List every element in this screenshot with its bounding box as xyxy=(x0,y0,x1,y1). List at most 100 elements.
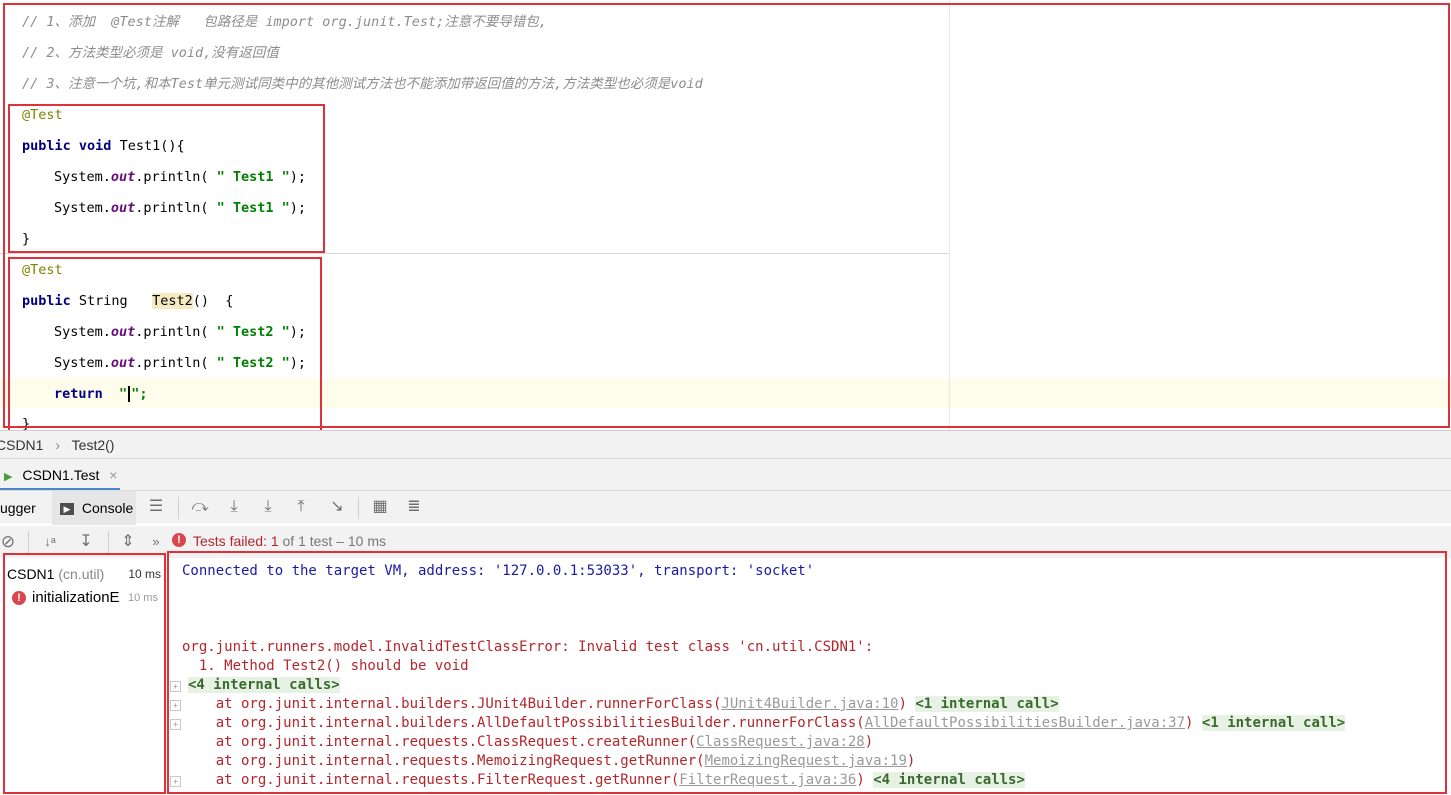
comment-line-3: // 3、注意一个坑,和本Test单元测试同类中的其他测试方法也不能添加带返回值… xyxy=(22,76,703,92)
menu-icon[interactable]: ☰ xyxy=(146,497,166,517)
fold-label: <4 internal calls> xyxy=(188,677,340,693)
tree-item-name: CSDN1 xyxy=(7,566,55,582)
console-icon: ▶ xyxy=(60,503,74,516)
test-tree: CSDN1 (cn.util) 10 ms ! initializationE … xyxy=(0,558,169,795)
fold-label[interactable]: <4 internal calls> xyxy=(873,772,1025,788)
current-line-highlight xyxy=(0,378,1451,408)
breadcrumb-separator: › xyxy=(55,437,61,453)
stop-icon[interactable]: ⊘ xyxy=(0,532,18,552)
test2-print-line-2: System.out.println( " Test2 "); xyxy=(54,352,306,374)
test1-close-brace: } xyxy=(22,231,31,247)
fold-toggle-icon[interactable]: + xyxy=(170,719,181,730)
breadcrumb-method[interactable]: Test2() xyxy=(72,437,115,453)
tab-debugger[interactable]: ugger xyxy=(0,491,36,525)
step-into-icon[interactable]: ⤓ xyxy=(258,497,278,517)
test2-return-line: return " "; xyxy=(54,383,147,405)
close-icon[interactable]: × xyxy=(109,467,117,483)
tab-console-label: Console xyxy=(81,500,134,516)
print-prefix: System. xyxy=(54,169,111,185)
print-string: " Test1 " xyxy=(216,200,290,216)
test-runner-toolbar: ⊘ ↓ᵃ ↧ ⇕ » ! Tests failed: 1 of 1 test –… xyxy=(0,526,1451,558)
fold-label[interactable]: <1 internal call> xyxy=(915,696,1059,712)
keyword-public: public xyxy=(22,293,71,309)
test2-print-line-1: System.out.println( " Test2 "); xyxy=(54,321,306,343)
trace-icon[interactable]: ≣ xyxy=(404,497,424,517)
toolbar-separator xyxy=(358,497,359,519)
tree-item-initialization-error[interactable]: ! initializationE 10 ms xyxy=(0,587,168,609)
stack-text: at org.junit.internal.requests.Memoizing… xyxy=(182,753,705,769)
fold-toggle-icon[interactable]: + xyxy=(170,700,181,711)
print-end: ); xyxy=(289,355,306,371)
print-end: ); xyxy=(289,324,306,340)
print-field: out xyxy=(110,200,136,216)
print-field: out xyxy=(110,169,136,185)
source-link[interactable]: ClassRequest.java:28 xyxy=(696,734,865,750)
keyword-return: return xyxy=(54,386,103,402)
test1-print-line-2: System.out.println( " Test1 "); xyxy=(54,197,306,219)
run-icon: ▶ xyxy=(4,471,13,483)
stack-end: ) xyxy=(906,753,916,769)
print-end: ); xyxy=(289,169,306,185)
fold-toggle-icon[interactable]: + xyxy=(170,681,181,692)
print-field: out xyxy=(110,355,136,371)
print-call: .println( xyxy=(135,324,217,340)
keyword-public: public xyxy=(22,138,71,154)
test2-signature-rest: () { xyxy=(192,293,234,309)
console-internal-calls[interactable]: <4 internal calls> xyxy=(188,676,340,695)
more-icon[interactable]: » xyxy=(146,532,166,552)
console-error-line: org.junit.runners.model.InvalidTestClass… xyxy=(182,639,874,655)
status-prefix: Tests failed: xyxy=(193,533,271,549)
fold-toggle-icon[interactable]: + xyxy=(170,776,181,787)
stack-end: ) xyxy=(864,734,874,750)
test1-print-line-1: System.out.println( " Test1 "); xyxy=(54,166,306,188)
run-tab-label: CSDN1.Test xyxy=(22,467,100,483)
sort-by-duration-icon[interactable]: ↧ xyxy=(76,532,96,552)
step-over-icon[interactable]: ⤓ xyxy=(224,497,244,517)
tab-debugger-label: ugger xyxy=(0,500,36,516)
toolbar-separator xyxy=(28,531,29,553)
source-link[interactable]: JUnit4Builder.java:10 xyxy=(721,696,898,712)
comment-line-1: // 1、添加 @Test注解 包路径是 import org.junit.Te… xyxy=(22,14,547,30)
fold-label[interactable]: <1 internal call> xyxy=(1201,715,1346,731)
console-output[interactable]: Connected to the target VM, address: '12… xyxy=(168,558,1451,795)
toolbar-separator xyxy=(178,497,179,519)
test2-annotation: @Test xyxy=(22,262,63,278)
console-error-detail: 1. Method Test2() should be void xyxy=(182,658,469,674)
tree-item-time: 10 ms xyxy=(128,592,158,604)
status-failed-count: 1 xyxy=(270,533,279,549)
breadcrumb-class[interactable]: CSDN1 xyxy=(0,437,43,453)
test1-signature: public void Test1(){ xyxy=(22,135,185,157)
step-out-icon[interactable]: ⤒ xyxy=(291,497,311,517)
show-execution-point-icon[interactable]: ⤼ xyxy=(190,497,210,517)
stack-frame: at org.junit.internal.builders.JUnit4Bui… xyxy=(182,695,1059,714)
sort-alphabetically-icon[interactable]: ↓ᵃ xyxy=(40,532,60,552)
code-editor[interactable]: // 1、添加 @Test注解 包路径是 import org.junit.Te… xyxy=(0,0,1451,430)
stack-end: ) xyxy=(856,772,865,788)
source-link[interactable]: AllDefaultPossibilitiesBuilder.java:37 xyxy=(865,715,1185,731)
comment-line-2: // 2、方法类型必须是 void,没有返回值 xyxy=(22,45,279,61)
stack-end: ) xyxy=(898,696,907,712)
print-prefix: System. xyxy=(54,324,111,340)
tab-console[interactable]: ▶ Console xyxy=(52,491,136,525)
source-link[interactable]: MemoizingRequest.java:19 xyxy=(705,753,907,769)
toolbar-separator xyxy=(108,531,109,553)
tree-item-csdn1[interactable]: CSDN1 (cn.util) 10 ms xyxy=(0,563,168,585)
print-call: .println( xyxy=(135,169,217,185)
run-to-cursor-icon[interactable]: ↘ xyxy=(327,497,347,517)
stack-frame: at org.junit.internal.requests.FilterReq… xyxy=(182,771,1025,790)
print-prefix: System. xyxy=(54,355,111,371)
stack-text: at org.junit.internal.requests.ClassRequ… xyxy=(182,734,697,750)
return-quote-close: "; xyxy=(131,386,148,402)
stack-frame: at org.junit.internal.builders.AllDefaul… xyxy=(182,714,1346,733)
run-tab[interactable]: ▶ CSDN1.Test × xyxy=(0,459,117,491)
stack-text: at org.junit.internal.builders.JUnit4Bui… xyxy=(182,696,722,712)
print-call: .println( xyxy=(135,355,217,371)
evaluate-expression-icon[interactable]: ▦ xyxy=(370,497,390,517)
error-icon: ! xyxy=(12,591,26,605)
tree-item-time: 10 ms xyxy=(128,567,161,581)
print-string: " Test2 " xyxy=(216,324,290,340)
test2-signature: public String Test2() { xyxy=(22,290,233,312)
expand-all-icon[interactable]: ⇕ xyxy=(118,532,138,552)
source-link[interactable]: FilterRequest.java:36 xyxy=(679,772,856,788)
test1-annotation: @Test xyxy=(22,107,63,123)
